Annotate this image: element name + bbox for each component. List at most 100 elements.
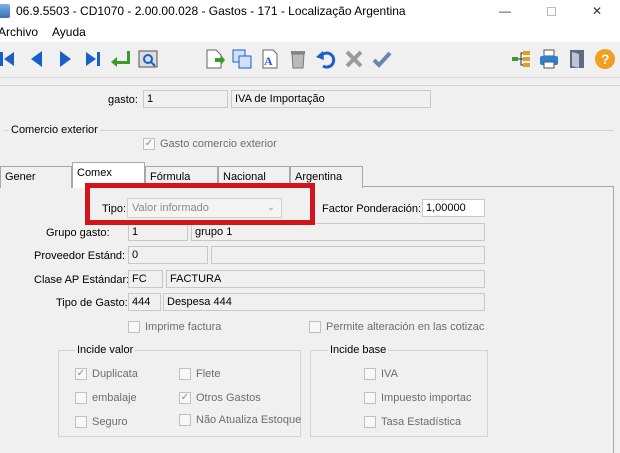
checkbox-box: ✓ xyxy=(143,138,155,150)
grupo-code-field[interactable]: 1 xyxy=(128,223,188,241)
text-edit-icon: A xyxy=(262,49,278,69)
tab-general[interactable]: Gener xyxy=(0,166,72,188)
exit-button[interactable] xyxy=(566,48,588,70)
maximize-icon xyxy=(546,6,556,16)
tree-icon xyxy=(512,51,530,67)
incide-valor-title: Incide valor xyxy=(75,344,136,356)
next-icon xyxy=(60,51,71,67)
iva-checkbox[interactable]: IVA xyxy=(364,368,398,380)
delete-button[interactable] xyxy=(287,48,309,70)
proveedor-code-field[interactable]: 0 xyxy=(128,246,208,264)
text-edit-button[interactable]: A xyxy=(259,48,281,70)
tasa-estadistica-checkbox[interactable]: Tasa Estadística xyxy=(364,416,461,428)
imprime-factura-checkbox[interactable]: Imprime factura xyxy=(128,321,221,333)
exit-icon xyxy=(570,50,584,68)
permite-alteracion-label: Permite alteración en las cotizac xyxy=(326,321,485,333)
tipo-gasto-description-field[interactable]: Despesa 444 xyxy=(163,293,485,311)
checkbox-box: ✓ xyxy=(75,368,87,380)
previous-record-button[interactable] xyxy=(26,48,48,70)
gasto-description-field[interactable]: IVA de Importação xyxy=(231,90,431,108)
first-icon xyxy=(0,52,14,66)
proveedor-label: Proveedor Estánd: xyxy=(34,250,126,262)
permite-alteracion-checkbox[interactable]: Permite alteración en las cotizac xyxy=(309,321,484,333)
checkbox-box xyxy=(75,416,87,428)
menu-ayuda[interactable]: Ayuda xyxy=(52,25,86,39)
incide-base-title: Incide base xyxy=(328,344,389,356)
help-button[interactable]: ? xyxy=(594,48,616,70)
embalaje-label: embalaje xyxy=(92,392,137,404)
duplicata-label: Duplicata xyxy=(92,368,138,380)
tipo-gasto-label: Tipo de Gasto: xyxy=(56,297,128,309)
flete-label: Flete xyxy=(196,368,221,380)
tasa-estadistica-label: Tasa Estadística xyxy=(381,416,462,428)
copy-icon xyxy=(232,49,252,69)
confirm-icon xyxy=(372,51,392,68)
clase-label: Clase AP Estándar: xyxy=(34,274,130,286)
imprime-factura-label: Imprime factura xyxy=(145,321,222,333)
minimize-button[interactable]: — xyxy=(482,0,528,22)
nao-atualiza-label: Não Atualiza Estoque xyxy=(196,414,302,426)
factor-field[interactable]: 1,00000 xyxy=(422,199,485,217)
checkbox-box xyxy=(364,392,376,404)
grupo-label: Grupo gasto: xyxy=(46,227,110,239)
duplicata-checkbox[interactable]: ✓ Duplicata xyxy=(75,368,138,380)
next-record-button[interactable] xyxy=(54,48,76,70)
clase-code-field[interactable]: FC xyxy=(128,270,163,288)
title-bar: 06.9.5503 - CD1070 - 2.00.00.028 - Gasto… xyxy=(0,0,620,22)
checkbox-box xyxy=(179,368,191,380)
cancel-icon xyxy=(345,50,363,68)
gasto-comercio-checkbox[interactable]: ✓ Gasto comercio exterior xyxy=(143,138,277,150)
checkbox-box xyxy=(309,321,321,333)
impuesto-importac-checkbox[interactable]: Impuesto importac xyxy=(364,392,471,404)
otros-gastos-checkbox[interactable]: ✓ Otros Gastos xyxy=(179,392,261,404)
close-button[interactable]: ✕ xyxy=(574,0,620,22)
menu-archivo[interactable]: Archivo xyxy=(0,25,38,39)
last-icon xyxy=(86,52,100,66)
checkbox-box: ✓ xyxy=(179,392,191,404)
undo-button[interactable] xyxy=(315,48,337,70)
cancel-button[interactable] xyxy=(343,48,365,70)
delete-icon xyxy=(291,51,305,69)
copy-button[interactable] xyxy=(231,48,253,70)
app-icon xyxy=(0,4,10,18)
undo-icon xyxy=(316,51,336,69)
nao-atualiza-checkbox[interactable]: Não Atualiza Estoque xyxy=(179,414,301,426)
embalaje-checkbox[interactable]: embalaje xyxy=(75,392,137,404)
svg-text:A: A xyxy=(264,54,273,68)
first-record-button[interactable] xyxy=(0,48,18,70)
clase-description-field[interactable]: FACTURA xyxy=(166,270,485,288)
gasto-code-field[interactable]: 1 xyxy=(143,90,228,108)
last-record-button[interactable] xyxy=(82,48,104,70)
maximize-button[interactable] xyxy=(528,0,574,22)
checkbox-box xyxy=(364,368,376,380)
tree-view-button[interactable] xyxy=(510,48,532,70)
proveedor-description-field[interactable] xyxy=(211,246,485,264)
factor-label: Factor Ponderación: xyxy=(322,203,422,215)
checkbox-box xyxy=(75,392,87,404)
iva-label: IVA xyxy=(381,368,398,380)
flete-checkbox[interactable]: Flete xyxy=(179,368,220,380)
toolbar: A ? xyxy=(0,42,620,78)
print-icon xyxy=(540,49,558,69)
highlight-box xyxy=(85,183,315,225)
seguro-checkbox[interactable]: Seguro xyxy=(75,416,127,428)
checkbox-box xyxy=(364,416,376,428)
grupo-description-field[interactable]: grupo 1 xyxy=(191,223,485,241)
new-button[interactable] xyxy=(203,48,225,70)
gasto-comercio-label: Gasto comercio exterior xyxy=(160,138,277,150)
search-button[interactable] xyxy=(137,48,159,70)
help-icon: ? xyxy=(595,49,615,69)
seguro-label: Seguro xyxy=(92,416,128,428)
tipo-gasto-code-field[interactable]: 444 xyxy=(128,293,161,311)
separator xyxy=(0,85,620,86)
impuesto-importac-label: Impuesto importac xyxy=(381,392,472,404)
previous-icon xyxy=(31,51,42,67)
search-icon xyxy=(138,50,158,68)
return-button[interactable] xyxy=(109,48,131,70)
print-button[interactable] xyxy=(538,48,560,70)
checkbox-box xyxy=(128,321,140,333)
new-icon xyxy=(206,49,225,69)
gasto-label: gasto: xyxy=(108,94,138,106)
confirm-button[interactable] xyxy=(371,48,393,70)
otros-gastos-label: Otros Gastos xyxy=(196,392,261,404)
